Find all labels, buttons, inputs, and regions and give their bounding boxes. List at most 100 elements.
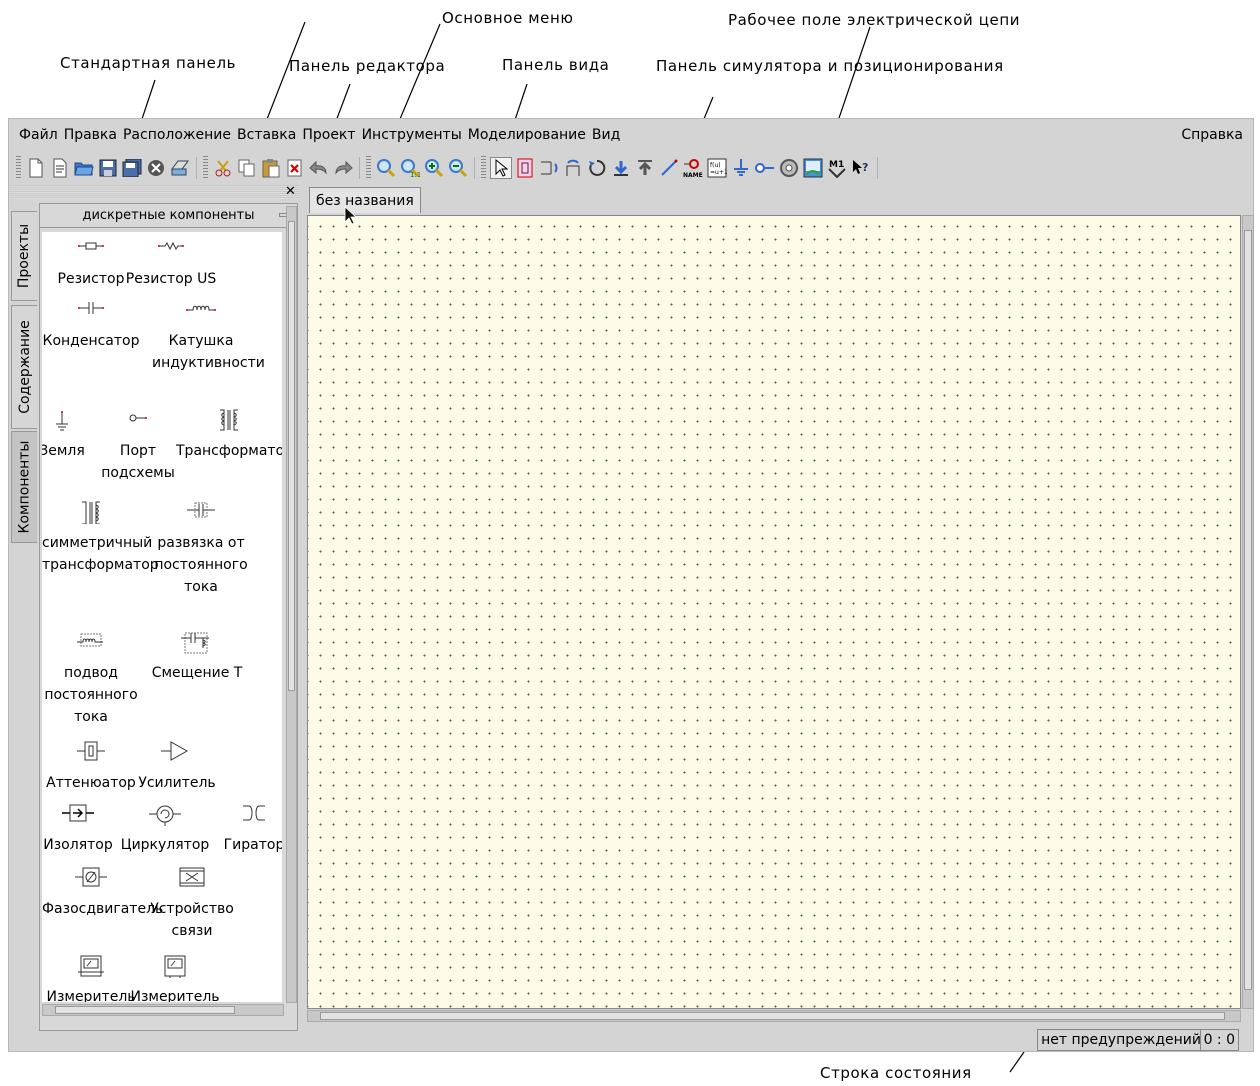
current-probe-icon bbox=[78, 955, 104, 977]
wire-icon[interactable] bbox=[658, 157, 680, 179]
rotate-icon[interactable] bbox=[586, 157, 608, 179]
toolbar-grip[interactable] bbox=[481, 156, 486, 180]
scrollbar-thumb[interactable] bbox=[288, 221, 295, 691]
scrollbar-thumb[interactable] bbox=[320, 1012, 1225, 1020]
exit-subcircuit-icon[interactable] bbox=[634, 157, 656, 179]
menu-insert[interactable]: Вставка bbox=[237, 127, 296, 143]
symmetric-transformer-icon bbox=[82, 501, 100, 524]
mirror-x-icon[interactable] bbox=[538, 157, 560, 179]
schematic-canvas[interactable] bbox=[307, 215, 1241, 1009]
tab-content-label: Содержание bbox=[16, 320, 33, 414]
copy-icon[interactable] bbox=[236, 157, 258, 179]
toolbar-grip[interactable] bbox=[366, 156, 371, 180]
annotation-simulator-panel: Панель симулятора и позиционирования bbox=[656, 57, 1004, 75]
component-dc-block[interactable]: развязка от постоянного тока bbox=[146, 496, 256, 598]
component-coupler[interactable]: Устройство связи bbox=[142, 862, 242, 942]
toolbar-grip[interactable] bbox=[203, 156, 208, 180]
component-capacitor[interactable]: Конденсатор bbox=[42, 294, 140, 352]
port-icon[interactable] bbox=[754, 157, 776, 179]
close-icon[interactable] bbox=[145, 157, 167, 179]
coupler-icon bbox=[179, 867, 205, 887]
dock-close-icon[interactable]: ✕ bbox=[285, 185, 296, 199]
component-subcircuit-port[interactable]: Порт подсхемы bbox=[98, 404, 178, 484]
whats-this-icon[interactable]: ? bbox=[850, 157, 872, 179]
enter-subcircuit-icon[interactable] bbox=[610, 157, 632, 179]
new-text-icon[interactable] bbox=[49, 157, 71, 179]
edit-activate-icon[interactable] bbox=[514, 157, 536, 179]
svg-text:f(u): f(u) bbox=[710, 162, 721, 169]
menu-positioning[interactable]: Расположение bbox=[123, 127, 231, 143]
delete-icon[interactable] bbox=[284, 157, 306, 179]
canvas-horizontal-scrollbar[interactable] bbox=[307, 1010, 1241, 1022]
menu-help[interactable]: Справка bbox=[1181, 127, 1243, 143]
component-ground[interactable]: Земля bbox=[42, 404, 92, 462]
undo-icon[interactable] bbox=[308, 157, 330, 179]
paste-icon[interactable] bbox=[260, 157, 282, 179]
label-name-icon[interactable]: NAME bbox=[682, 157, 704, 179]
ground-icon[interactable] bbox=[730, 157, 752, 179]
canvas-vertical-scrollbar[interactable] bbox=[1242, 215, 1254, 1009]
component-transformer[interactable]: Трансформатор bbox=[176, 404, 282, 462]
tab-projects-label: Проекты bbox=[16, 223, 33, 289]
mirror-y-icon[interactable] bbox=[562, 157, 584, 179]
equation-icon[interactable]: f(u) =u+1 bbox=[706, 157, 728, 179]
component-amplifier[interactable]: Усилитель bbox=[132, 736, 222, 794]
component-gyrator[interactable]: Гиратор bbox=[214, 798, 282, 856]
zoom-out-icon[interactable] bbox=[447, 157, 469, 179]
scrollbar-thumb[interactable] bbox=[1244, 230, 1252, 990]
components-panel: дискретные компоненты Резистор Резистор … bbox=[39, 203, 298, 1031]
component-symmetric-transformer[interactable]: симметричный трансформатор bbox=[42, 496, 159, 576]
toolbar-grip[interactable] bbox=[16, 156, 21, 180]
component-list: Резистор Резистор US Конденсатор Катушка… bbox=[42, 232, 282, 1002]
component-label: Смещение Т bbox=[151, 665, 243, 681]
components-horizontal-scrollbar[interactable] bbox=[42, 1004, 284, 1016]
select-arrow-icon[interactable] bbox=[490, 157, 512, 179]
save-icon[interactable] bbox=[97, 157, 119, 179]
tab-projects[interactable]: Проекты bbox=[11, 211, 37, 301]
components-vertical-scrollbar[interactable] bbox=[286, 206, 297, 1003]
menu-edit[interactable]: Правка bbox=[64, 127, 117, 143]
dock-title-bar[interactable] bbox=[9, 185, 299, 199]
component-resistor-us[interactable]: Резистор US bbox=[122, 232, 220, 290]
component-dc-feed[interactable]: подвод постоянного тока bbox=[42, 626, 140, 728]
dc-feed-icon bbox=[77, 633, 103, 647]
cut-icon[interactable] bbox=[212, 157, 234, 179]
component-circulator[interactable]: Циркулятор bbox=[120, 798, 210, 856]
component-isolator[interactable]: Изолятор bbox=[42, 798, 118, 856]
new-file-icon[interactable] bbox=[25, 157, 47, 179]
menu-project[interactable]: Проект bbox=[302, 127, 355, 143]
component-inductor[interactable]: Катушка индуктивности bbox=[152, 294, 265, 374]
resistor-icon bbox=[78, 242, 104, 250]
zoom-1-1-icon[interactable]: 1:1 bbox=[399, 157, 421, 179]
app-window: Файл Правка Расположение Вставка Проект … bbox=[8, 118, 1254, 1052]
menu-simulation[interactable]: Моделирование bbox=[468, 127, 586, 143]
phase-shifter-icon bbox=[75, 867, 107, 887]
menu-file[interactable]: Файл bbox=[19, 127, 58, 143]
view-data-icon[interactable] bbox=[802, 157, 824, 179]
print-icon[interactable] bbox=[169, 157, 191, 179]
annotation-editor-panel: Панель редактора bbox=[289, 57, 446, 75]
component-bias-t[interactable]: Смещение Т bbox=[142, 626, 252, 684]
component-category-select[interactable]: дискретные компоненты bbox=[40, 204, 297, 228]
zoom-fit-icon[interactable] bbox=[375, 157, 397, 179]
component-label: Фазосдвигатель bbox=[42, 901, 164, 917]
component-label: Конденсатор bbox=[42, 333, 140, 349]
menu-tools[interactable]: Инструменты bbox=[362, 127, 462, 143]
component-phase-shifter[interactable]: Фазосдвигатель bbox=[42, 862, 164, 920]
document-tab[interactable]: без названия bbox=[309, 187, 421, 213]
tab-components[interactable]: Компоненты bbox=[11, 431, 37, 543]
redo-icon[interactable] bbox=[332, 157, 354, 179]
simulate-icon[interactable] bbox=[778, 157, 800, 179]
scrollbar-thumb[interactable] bbox=[55, 1006, 235, 1014]
component-category-label: дискретные компоненты bbox=[82, 208, 255, 223]
component-attenuator[interactable]: Аттенюатор bbox=[42, 736, 140, 794]
menu-view[interactable]: Вид bbox=[592, 127, 620, 143]
svg-text:?: ? bbox=[862, 161, 868, 174]
svg-text:1:1: 1:1 bbox=[410, 171, 420, 178]
tab-content[interactable]: Содержание bbox=[11, 305, 37, 429]
save-all-icon[interactable] bbox=[121, 157, 143, 179]
zoom-in-icon[interactable] bbox=[423, 157, 445, 179]
open-folder-icon[interactable] bbox=[73, 157, 95, 179]
marker-icon[interactable]: M1 bbox=[826, 157, 848, 179]
component-voltage-probe[interactable]: Измеритель bbox=[126, 950, 224, 1002]
